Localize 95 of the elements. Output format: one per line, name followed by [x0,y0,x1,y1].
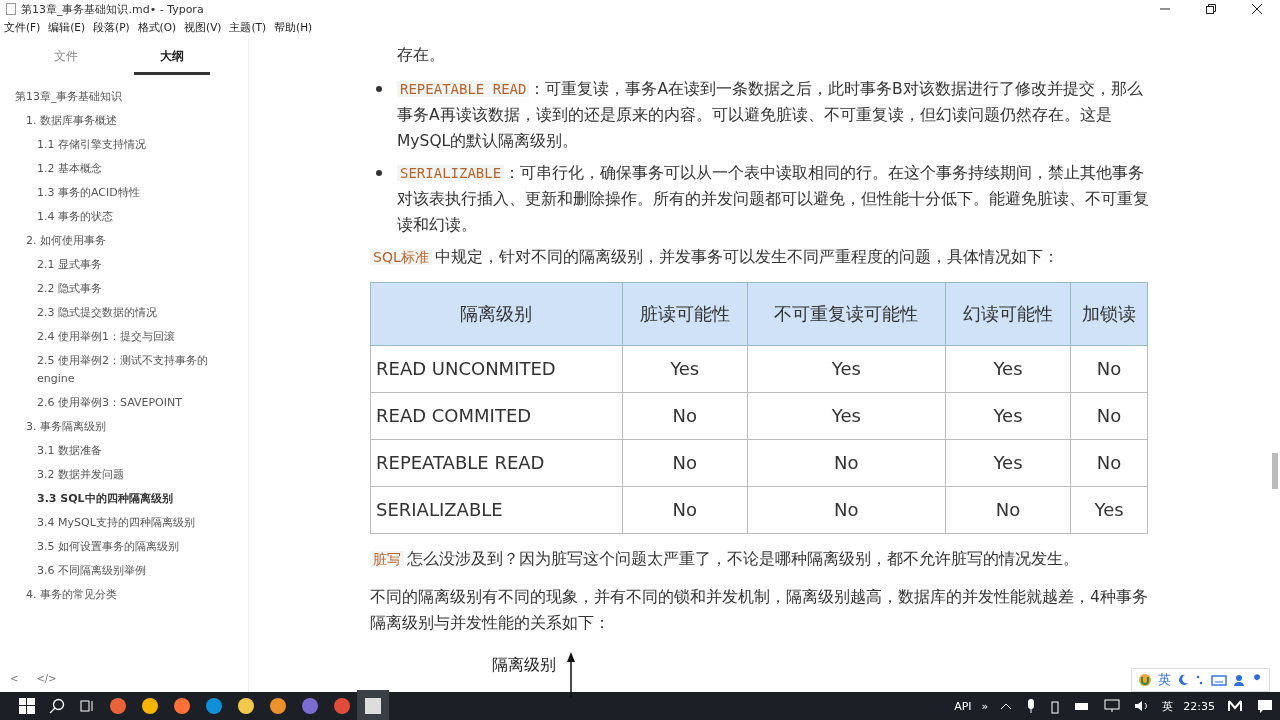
table-cell: Yes [945,439,1071,487]
outline-item[interactable]: 第13章_事务基础知识 [0,85,248,109]
tray-overflow[interactable]: » [981,699,989,713]
paragraph: 存在。 [396,45,446,66]
table-header-cell: 脏读可能性 [622,282,748,346]
outline-item[interactable]: 3.3 SQL中的四种隔离级别 [0,487,248,511]
outline-item[interactable]: 2. 如何使用事务 [0,229,248,253]
axis-arrow [566,652,576,698]
close-icon[interactable] [1251,3,1263,15]
maximize-icon[interactable] [1205,3,1217,15]
app-icon[interactable] [269,697,287,715]
menu-item[interactable]: 编辑(E) [48,21,86,35]
microphone-icon[interactable] [1026,698,1037,714]
app-icon[interactable] [141,697,159,715]
ime-logo-icon [1138,673,1152,687]
table-cell: No [622,439,748,487]
table-cell: No [622,486,748,534]
app-icon[interactable] [237,697,255,715]
table-cell: No [945,486,1071,534]
table-cell: No [747,439,946,487]
menu-item[interactable]: 段落(P) [93,21,130,35]
menu-item[interactable]: 格式(O) [137,21,177,35]
sidebar-footer-button[interactable]: </> [34,671,59,686]
window-title: 第13章_事务基础知识.md• - Typora [21,1,204,17]
table-cell: No [747,486,946,534]
menu-item[interactable]: 文件(F) [4,21,41,35]
app-icon[interactable] [1227,699,1243,713]
table-cell: No [1070,345,1148,393]
table-cell: READ COMMITED [370,392,623,440]
table-header-cell: 幻读可能性 [945,282,1071,346]
tray-text[interactable]: API [954,699,972,713]
user-icon[interactable] [1233,674,1245,686]
bullet-icon [376,86,382,92]
table-cell: No [1070,392,1148,440]
outline-item[interactable]: 3.1 数据准备 [0,439,248,463]
outline-item[interactable]: 2.3 隐式提交数据的情况 [0,301,248,325]
table-header-cell: 加锁读 [1070,282,1148,346]
keyboard-icon[interactable] [1211,674,1227,686]
outline-item[interactable]: 1.1 存储引擎支持情况 [0,133,248,157]
table-header-cell: 隔离级别 [370,282,623,346]
usb-icon[interactable] [1050,698,1061,714]
table-cell: Yes [747,392,946,440]
bullet-icon [376,170,382,176]
punctuation-icon[interactable] [1195,674,1205,686]
sidebar-footer-button[interactable]: < [8,671,21,686]
table-cell: Yes [1070,486,1148,534]
app-icon[interactable] [173,697,191,715]
table-cell: READ UNCONMITED [370,345,623,393]
sidebar-tab[interactable]: 文件 [28,48,104,75]
list-item-text: SERIALIZABLE ：可串行化，确保事务可以从一个表中读取相同的行。在这个事务持续期间，禁止其他事务对该表执行插入、更新和删除操作。所有的并发问题都可以避免，但性能十分低下。能避免脏读、不可重复读和幻读。 [397,163,1150,236]
clock[interactable]: 22:35 [1183,699,1215,713]
outline-item[interactable]: 2.4 使用举例1：提交与回滚 [0,325,248,349]
table-cell: SERIALIZABLE [370,486,623,534]
table-cell: No [1070,439,1148,487]
outline-item[interactable]: 3.6 不同隔离级别举例 [0,559,248,583]
outline-item[interactable]: 1.4 事务的状态 [0,205,248,229]
table-cell: Yes [747,345,946,393]
table-cell: Yes [622,345,748,393]
outline-item[interactable]: 2.6 使用举例3：SAVEPOINT [0,391,248,415]
menu-item[interactable]: 帮助(H) [274,21,313,35]
table-header-cell: 不可重复读可能性 [747,282,946,346]
outline-item[interactable]: 3.4 MySQL支持的四种隔离级别 [0,511,248,535]
app-icon [6,3,16,15]
menu-item[interactable]: 视图(V) [184,21,222,35]
outline-item[interactable]: 2.2 隐式事务 [0,277,248,301]
paragraph: SQL标准 中规定，针对不同的隔离级别，并发事务可以发生不同严重程度的问题，具体情况如下： [370,244,1150,270]
outline-item[interactable]: 4. 事务的常见分类 [0,583,248,607]
network-icon[interactable] [1104,699,1121,713]
paragraph: 脏写 怎么没涉及到？因为脏写这个问题太严重了，不论是哪种隔离级别，都不允许脏写的情况发生。 [370,546,1150,572]
scrollbar-thumb[interactable] [1272,453,1278,489]
outline-item[interactable]: 3.2 数据并发问题 [0,463,248,487]
outline-item[interactable]: 3. 事务隔离级别 [0,415,248,439]
outline-item[interactable]: 2.1 显式事务 [0,253,248,277]
table-cell: Yes [945,392,1071,440]
outline-item[interactable]: 1.2 基本概念 [0,157,248,181]
outline-item[interactable]: 1. 数据库事务概述 [0,109,248,133]
battery-icon[interactable] [1074,700,1091,712]
menu-item[interactable]: 主题(T) [229,21,267,35]
list-item-text: REPEATABLE READ ：可重复读，事务A在读到一条数据之后，此时事务B对该数据进行了修改并提交，那么事务A再读该数据，读到的还是原来的内容。可以避免脏读、不可重复读，但幻读问题仍然存在。这是MySQL的默认隔离级别。 [397,79,1144,152]
sidebar-tab[interactable]: 大纲 [134,48,210,75]
table-cell: Yes [945,345,1071,393]
axis-label: 隔离级别 [492,654,556,676]
paragraph: 不同的隔离级别有不同的现象，并有不同的锁和并发机制，隔离级别越高，数据库的并发性能就越差，4种事务隔离级别与并发性能的关系如下： [370,587,1149,634]
outline-item[interactable]: 1.3 事务的ACID特性 [0,181,248,205]
start-icon[interactable] [19,698,35,714]
ime-mode-button[interactable]: 英 [1158,671,1171,689]
notification-icon[interactable] [1257,698,1273,714]
table-cell: No [622,392,748,440]
search-icon[interactable] [49,698,65,714]
input-language[interactable]: 英 [1162,698,1174,714]
outline-item[interactable]: 3.5 如何设置事务的隔离级别 [0,535,248,559]
outline-item[interactable]: 2.5 使用举例2：测试不支持事务的engine [0,349,248,391]
moon-icon[interactable] [1177,674,1189,686]
task-view-icon[interactable] [79,698,95,714]
table-cell: REPEATABLE READ [370,439,623,487]
